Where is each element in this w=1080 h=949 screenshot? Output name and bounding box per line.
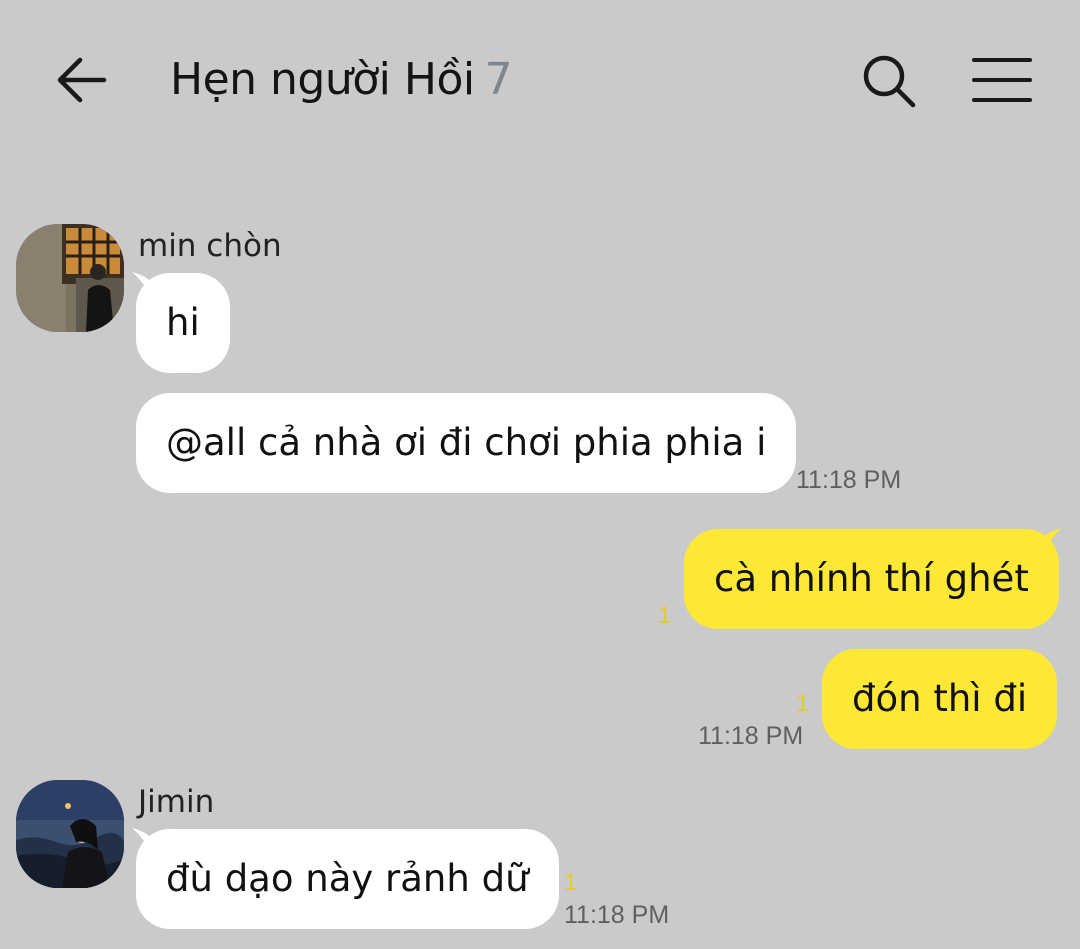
message-bubble[interactable]: đón thì đi bbox=[822, 649, 1058, 749]
menu-button[interactable] bbox=[970, 54, 1034, 106]
search-button[interactable] bbox=[858, 52, 920, 112]
chat-room-name: Hẹn người Hồi bbox=[170, 54, 475, 105]
avatar-min-chon[interactable] bbox=[16, 224, 124, 332]
message-timestamp: 11:18 PM bbox=[564, 901, 670, 929]
sender-name: min chòn bbox=[138, 228, 282, 264]
message-timestamp: 11:18 PM bbox=[796, 466, 902, 494]
message-bubble[interactable]: @all cả nhà ơi đi chơi phia phia i bbox=[136, 393, 797, 493]
chat-title: Hẹn người Hồi 7 bbox=[170, 50, 513, 110]
arrow-left-icon bbox=[57, 57, 107, 103]
search-icon bbox=[863, 55, 916, 108]
message-bubble[interactable]: cà nhính thí ghét bbox=[684, 529, 1059, 629]
message-bubble[interactable]: đù dạo này rảnh dữ bbox=[136, 829, 559, 929]
unread-count: 1 bbox=[658, 602, 672, 629]
message-timestamp: 11:18 PM bbox=[698, 722, 804, 750]
back-button[interactable] bbox=[52, 52, 112, 108]
unread-count: 1 bbox=[564, 869, 578, 896]
message-bubble[interactable]: hi bbox=[136, 273, 230, 373]
chat-header: Hẹn người Hồi 7 bbox=[0, 0, 1080, 160]
hamburger-menu-icon bbox=[972, 58, 1032, 102]
unread-count: 1 bbox=[796, 690, 810, 717]
member-count: 7 bbox=[484, 54, 513, 105]
sender-name: Jimin bbox=[138, 784, 215, 820]
profile-photo-icon bbox=[16, 224, 124, 332]
avatar-jimin[interactable] bbox=[16, 780, 124, 888]
profile-photo-icon bbox=[16, 780, 124, 888]
